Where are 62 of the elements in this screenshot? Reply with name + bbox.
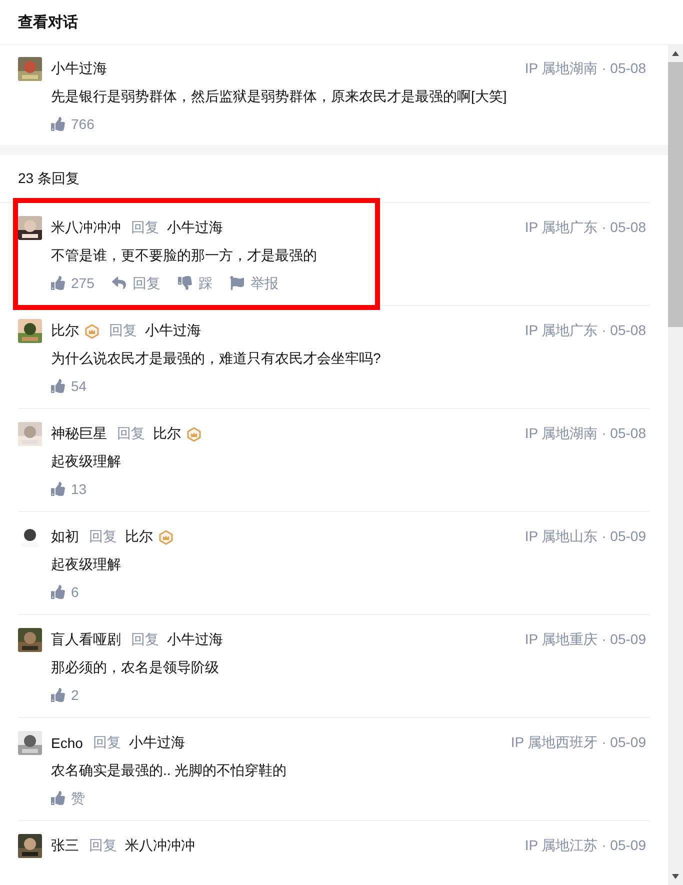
comment-text: 农名确实是最强的.. 光脚的不怕穿鞋的 <box>51 761 288 780</box>
thumbs-up-icon <box>51 482 65 496</box>
flag-icon <box>230 276 244 290</box>
like-button[interactable]: 13 <box>51 479 87 499</box>
reply-to-name: 米八冲冲冲 <box>125 837 195 855</box>
thumbs-down-icon <box>178 276 192 290</box>
author-name: 比尔 <box>51 322 79 340</box>
comment-text: 起夜级理解 <box>51 555 122 574</box>
location-date: IP 属地西班牙 · 05-09 <box>510 734 646 752</box>
reply-count: 23 条回复 <box>18 170 80 186</box>
thumbs-up-icon <box>51 276 65 290</box>
thumbs-up-icon <box>51 688 65 702</box>
reply-link[interactable]: 回复 <box>89 837 117 855</box>
location-date: IP 属地湖南 · 05-08 <box>524 60 646 78</box>
location-date: IP 属地广东 · 05-08 <box>524 219 646 237</box>
location-date: IP 属地山东 · 05-09 <box>524 528 646 546</box>
author-name: 米八冲冲冲 <box>51 219 121 237</box>
reply-to-name: 小牛过海 <box>167 631 223 649</box>
reply-to-name: 比尔 <box>125 528 153 546</box>
comment-text: 为什么说农民才是最强的，难道只有农民才会坐牢吗? <box>51 349 382 368</box>
location-date: IP 属地湖南 · 05-08 <box>524 425 646 443</box>
thumbs-up-icon <box>51 791 65 805</box>
comment-text: 起夜级理解 <box>51 452 122 471</box>
author-name: 张三 <box>51 837 79 855</box>
reply-to-name: 比尔 <box>153 425 181 443</box>
comment-text: 先是银行是弱势群体，然后监狱是弱势群体，原来农民才是最强的啊[大笑] <box>51 87 508 106</box>
scroll-down-icon[interactable] <box>671 872 680 881</box>
reply-arrow-icon <box>112 276 126 290</box>
reply-link[interactable]: 回复 <box>109 322 137 340</box>
reply-button[interactable]: 回复 <box>112 273 160 293</box>
dislike-button[interactable]: 踩 <box>178 273 212 293</box>
reply-link[interactable]: 回复 <box>131 219 159 237</box>
reply-link[interactable]: 回复 <box>92 734 121 752</box>
reply-link[interactable]: 回复 <box>131 631 159 649</box>
author-name: 神秘巨星 <box>51 425 107 443</box>
reply-link[interactable]: 回复 <box>117 425 145 443</box>
like-button[interactable]: 6 <box>51 582 79 602</box>
comment-text: 不管是谁，更不要脸的那一方，才是最强的 <box>51 246 318 265</box>
dialog-title: 查看对话 <box>18 12 78 32</box>
thumbs-up-icon <box>51 585 65 599</box>
author-name: 小牛过海 <box>51 60 107 78</box>
like-button[interactable]: 赞 <box>51 788 85 808</box>
scroll-thumb[interactable] <box>668 62 683 327</box>
thumbs-up-icon <box>51 117 65 131</box>
like-button[interactable]: 2 <box>51 685 79 705</box>
thumbs-up-icon <box>51 379 65 393</box>
reply-to-name: 小牛过海 <box>128 734 185 752</box>
location-date: IP 属地广东 · 05-08 <box>524 322 646 340</box>
author-name: 盲人看哑剧 <box>51 631 121 649</box>
location-date: IP 属地江苏 · 05-09 <box>524 837 646 855</box>
like-button[interactable]: 766 <box>51 114 94 134</box>
reply-link[interactable]: 回复 <box>89 528 117 546</box>
scroll-up-icon[interactable] <box>671 49 680 58</box>
like-button[interactable]: 275 <box>51 273 94 293</box>
report-button[interactable]: 举报 <box>230 273 278 293</box>
reply-to-name: 小牛过海 <box>145 322 201 340</box>
comment-text: 那必须的，农名是领导阶级 <box>51 658 220 677</box>
location-date: IP 属地重庆 · 05-09 <box>524 631 646 649</box>
like-button[interactable]: 54 <box>51 376 87 396</box>
reply-to-name: 小牛过海 <box>167 219 223 237</box>
author-name: Echo <box>51 735 83 751</box>
author-name: 如初 <box>51 528 79 546</box>
